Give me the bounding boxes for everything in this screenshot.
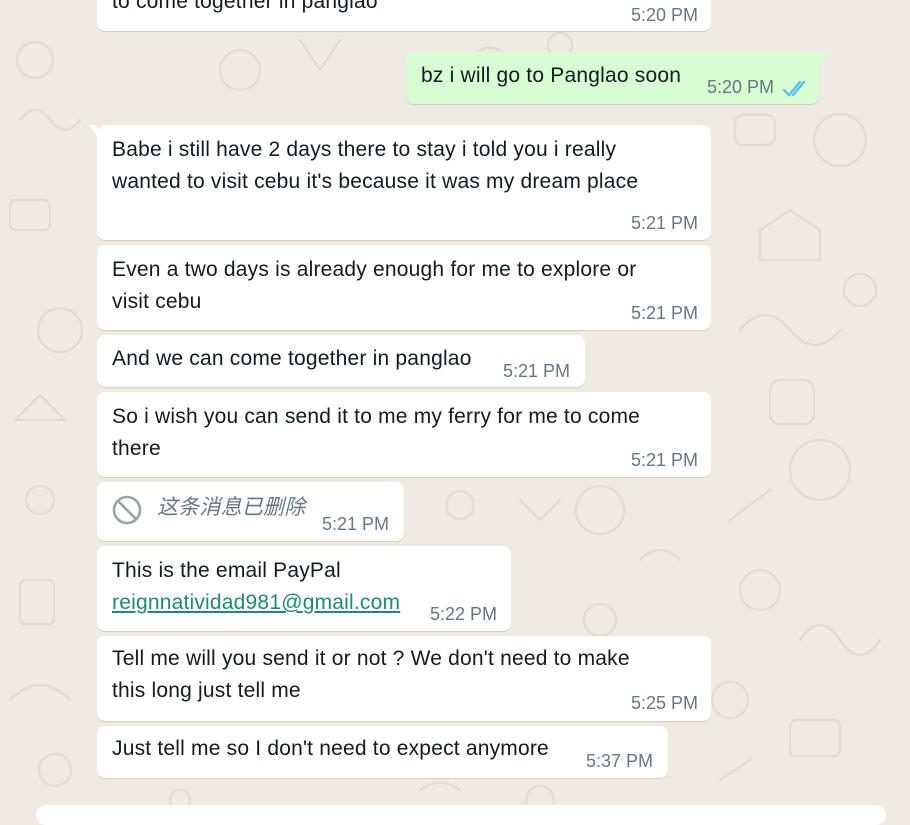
double-check-icon xyxy=(782,80,810,103)
message-line: this long just tell me xyxy=(112,679,301,702)
bubble-tail xyxy=(89,125,97,137)
message-time: 5:21 PM xyxy=(503,361,571,381)
message-time: 5:21 PM xyxy=(630,303,698,323)
message-time: 5:37 PM xyxy=(586,751,654,771)
message-time: 5:25 PM xyxy=(630,693,698,713)
message-text: And we can come together in panglao xyxy=(112,347,472,370)
message-line: This is the email PayPal xyxy=(112,559,341,582)
message-line: wanted to visit cebu it's because it was… xyxy=(112,170,639,193)
message-incoming[interactable]: Tell me will you send it or not ? We don… xyxy=(97,636,711,721)
message-line: Even a two days is already enough for me… xyxy=(112,258,637,281)
message-line: Tell me will you send it or not ? We don… xyxy=(112,647,630,670)
message-time: 5:20 PM xyxy=(630,5,698,25)
message-time: 5:22 PM xyxy=(430,604,498,624)
message-incoming[interactable]: So i wish you can send it to me my ferry… xyxy=(97,392,711,477)
bubble-tail xyxy=(819,52,830,66)
message-line: Babe i still have 2 days there to stay i… xyxy=(112,138,617,161)
message-time: 5:21 PM xyxy=(630,213,698,233)
message-text: bz i will go to Panglao soon xyxy=(421,64,682,87)
message-line: there xyxy=(112,437,161,460)
message-time: 5:21 PM xyxy=(322,514,390,534)
message-text: Just tell me so I don't need to expect a… xyxy=(112,737,549,760)
message-time: 5:21 PM xyxy=(630,450,698,470)
message-deleted[interactable]: 这条消息已删除 5:21 PM xyxy=(97,482,404,541)
message-incoming[interactable]: Babe i still have 2 days there to stay i… xyxy=(89,125,711,240)
message-text: to come together in panglao xyxy=(112,0,378,13)
blocked-icon xyxy=(111,494,143,531)
message-composer[interactable] xyxy=(36,805,886,825)
message-line: So i wish you can send it to me my ferry… xyxy=(112,405,641,428)
message-text: 这条消息已删除 xyxy=(157,496,306,519)
message-time: 5:20 PM xyxy=(707,77,775,97)
message-incoming[interactable]: Just tell me so I don't need to expect a… xyxy=(97,726,668,778)
message-incoming[interactable]: This is the email PayPal reignnatividad9… xyxy=(97,546,511,631)
email-link[interactable]: reignnatividad981@gmail.com xyxy=(112,587,400,619)
message-line: visit cebu xyxy=(112,290,202,313)
message-incoming[interactable]: Even a two days is already enough for me… xyxy=(97,245,711,330)
message-outgoing[interactable]: bz i will go to Panglao soon 5:20 PM xyxy=(406,52,830,104)
message-incoming[interactable]: And we can come together in panglao 5:21… xyxy=(97,335,585,387)
message-incoming[interactable]: to come together in panglao 5:20 PM xyxy=(97,0,711,31)
